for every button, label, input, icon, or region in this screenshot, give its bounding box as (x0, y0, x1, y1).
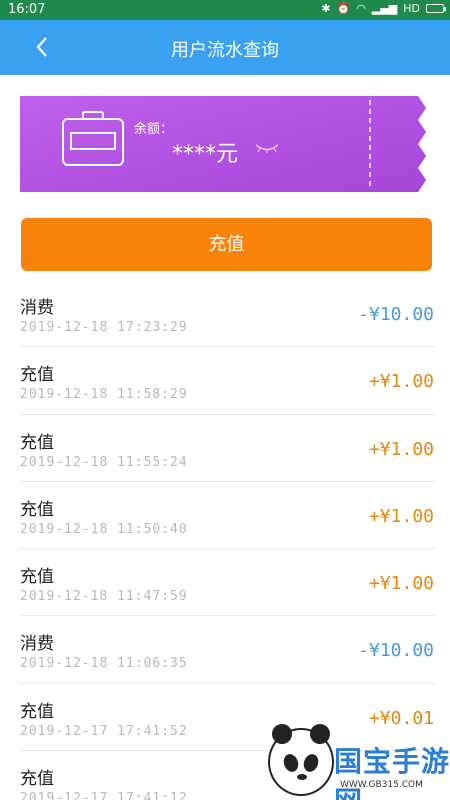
status-icons: ✱ ⏰ ◠ ▂▄▆ HD (321, 2, 446, 15)
transaction-amount: +¥1.00 (368, 573, 434, 595)
watermark-logo: 国宝手游网 WWW.GB315.COM (262, 724, 450, 800)
transaction-datetime: 2019-12-17 17:41:52 (20, 723, 188, 739)
transaction-datetime: 2019-12-18 17:23:29 (20, 320, 188, 335)
app-header: 用户流水查询 (0, 20, 450, 75)
transaction-row[interactable]: 充值 2019-12-18 11:50:40 +¥1.00 (20, 482, 434, 550)
transaction-datetime: 2019-12-18 11:50:40 (20, 521, 188, 537)
transaction-type: 充值 (20, 432, 54, 453)
wifi-icon: ◠ (356, 2, 366, 15)
watermark-url: WWW.GB315.COM (340, 780, 423, 790)
status-time: 16:07 (8, 2, 46, 17)
transaction-row[interactable]: 消费 2019-12-18 17:23:29 -¥10.00 (20, 280, 434, 348)
transaction-amount: +¥1.00 (368, 438, 434, 460)
transaction-row[interactable]: 充值 2019-12-18 11:55:24 +¥1.00 (20, 415, 434, 482)
transaction-datetime: 2019-12-18 11:55:24 (20, 454, 188, 470)
battery-icon (426, 4, 446, 13)
status-bar: 16:07 ✱ ⏰ ◠ ▂▄▆ HD (0, 0, 450, 20)
page-title: 用户流水查询 (171, 40, 279, 61)
transaction-type: 消费 (20, 298, 54, 318)
transaction-amount: +¥1.00 (368, 505, 434, 527)
panda-icon (268, 724, 334, 796)
transaction-datetime: 2019-12-18 11:58:29 (20, 387, 188, 403)
signal-icon: ▂▄▆ (371, 2, 398, 15)
transaction-type: 消费 (20, 634, 54, 655)
transaction-list: 消费 2019-12-18 17:23:29 -¥10.00 充值 2019-12-18… (20, 280, 434, 800)
transaction-datetime: 2019-12-17 17:41:12 (20, 791, 188, 800)
wallet-icon (62, 111, 124, 166)
transaction-type: 充值 (20, 499, 54, 520)
balance-label: 余额： (134, 122, 174, 137)
transaction-type: 充值 (20, 701, 54, 722)
transaction-amount: +¥1.00 (368, 371, 434, 393)
transaction-type: 充值 (20, 567, 54, 588)
bluetooth-icon: ✱ (321, 2, 331, 15)
balance-value: ****元 (172, 142, 239, 167)
transaction-amount: -¥10.00 (358, 304, 434, 325)
network-label: HD (403, 2, 420, 15)
recharge-button[interactable]: 充值 (21, 218, 432, 271)
watermark-brand: 国宝手游网 (334, 745, 450, 800)
balance-card: 余额： ****元 (20, 96, 432, 192)
transaction-row[interactable]: 充值 2019-12-18 11:58:29 +¥1.00 (20, 347, 434, 415)
transaction-type: 充值 (20, 365, 54, 386)
transaction-datetime: 2019-12-18 11:06:35 (20, 656, 188, 672)
transaction-type: 充值 (20, 769, 54, 790)
transaction-datetime: 2019-12-18 11:47:59 (20, 589, 188, 605)
transaction-amount: -¥10.00 (358, 640, 434, 662)
transaction-row[interactable]: 消费 2019-12-18 11:06:35 -¥10.00 (20, 616, 434, 684)
transaction-row[interactable]: 充值 2019-12-18 11:47:59 +¥1.00 (20, 549, 434, 617)
alarm-icon: ⏰ (336, 2, 351, 15)
